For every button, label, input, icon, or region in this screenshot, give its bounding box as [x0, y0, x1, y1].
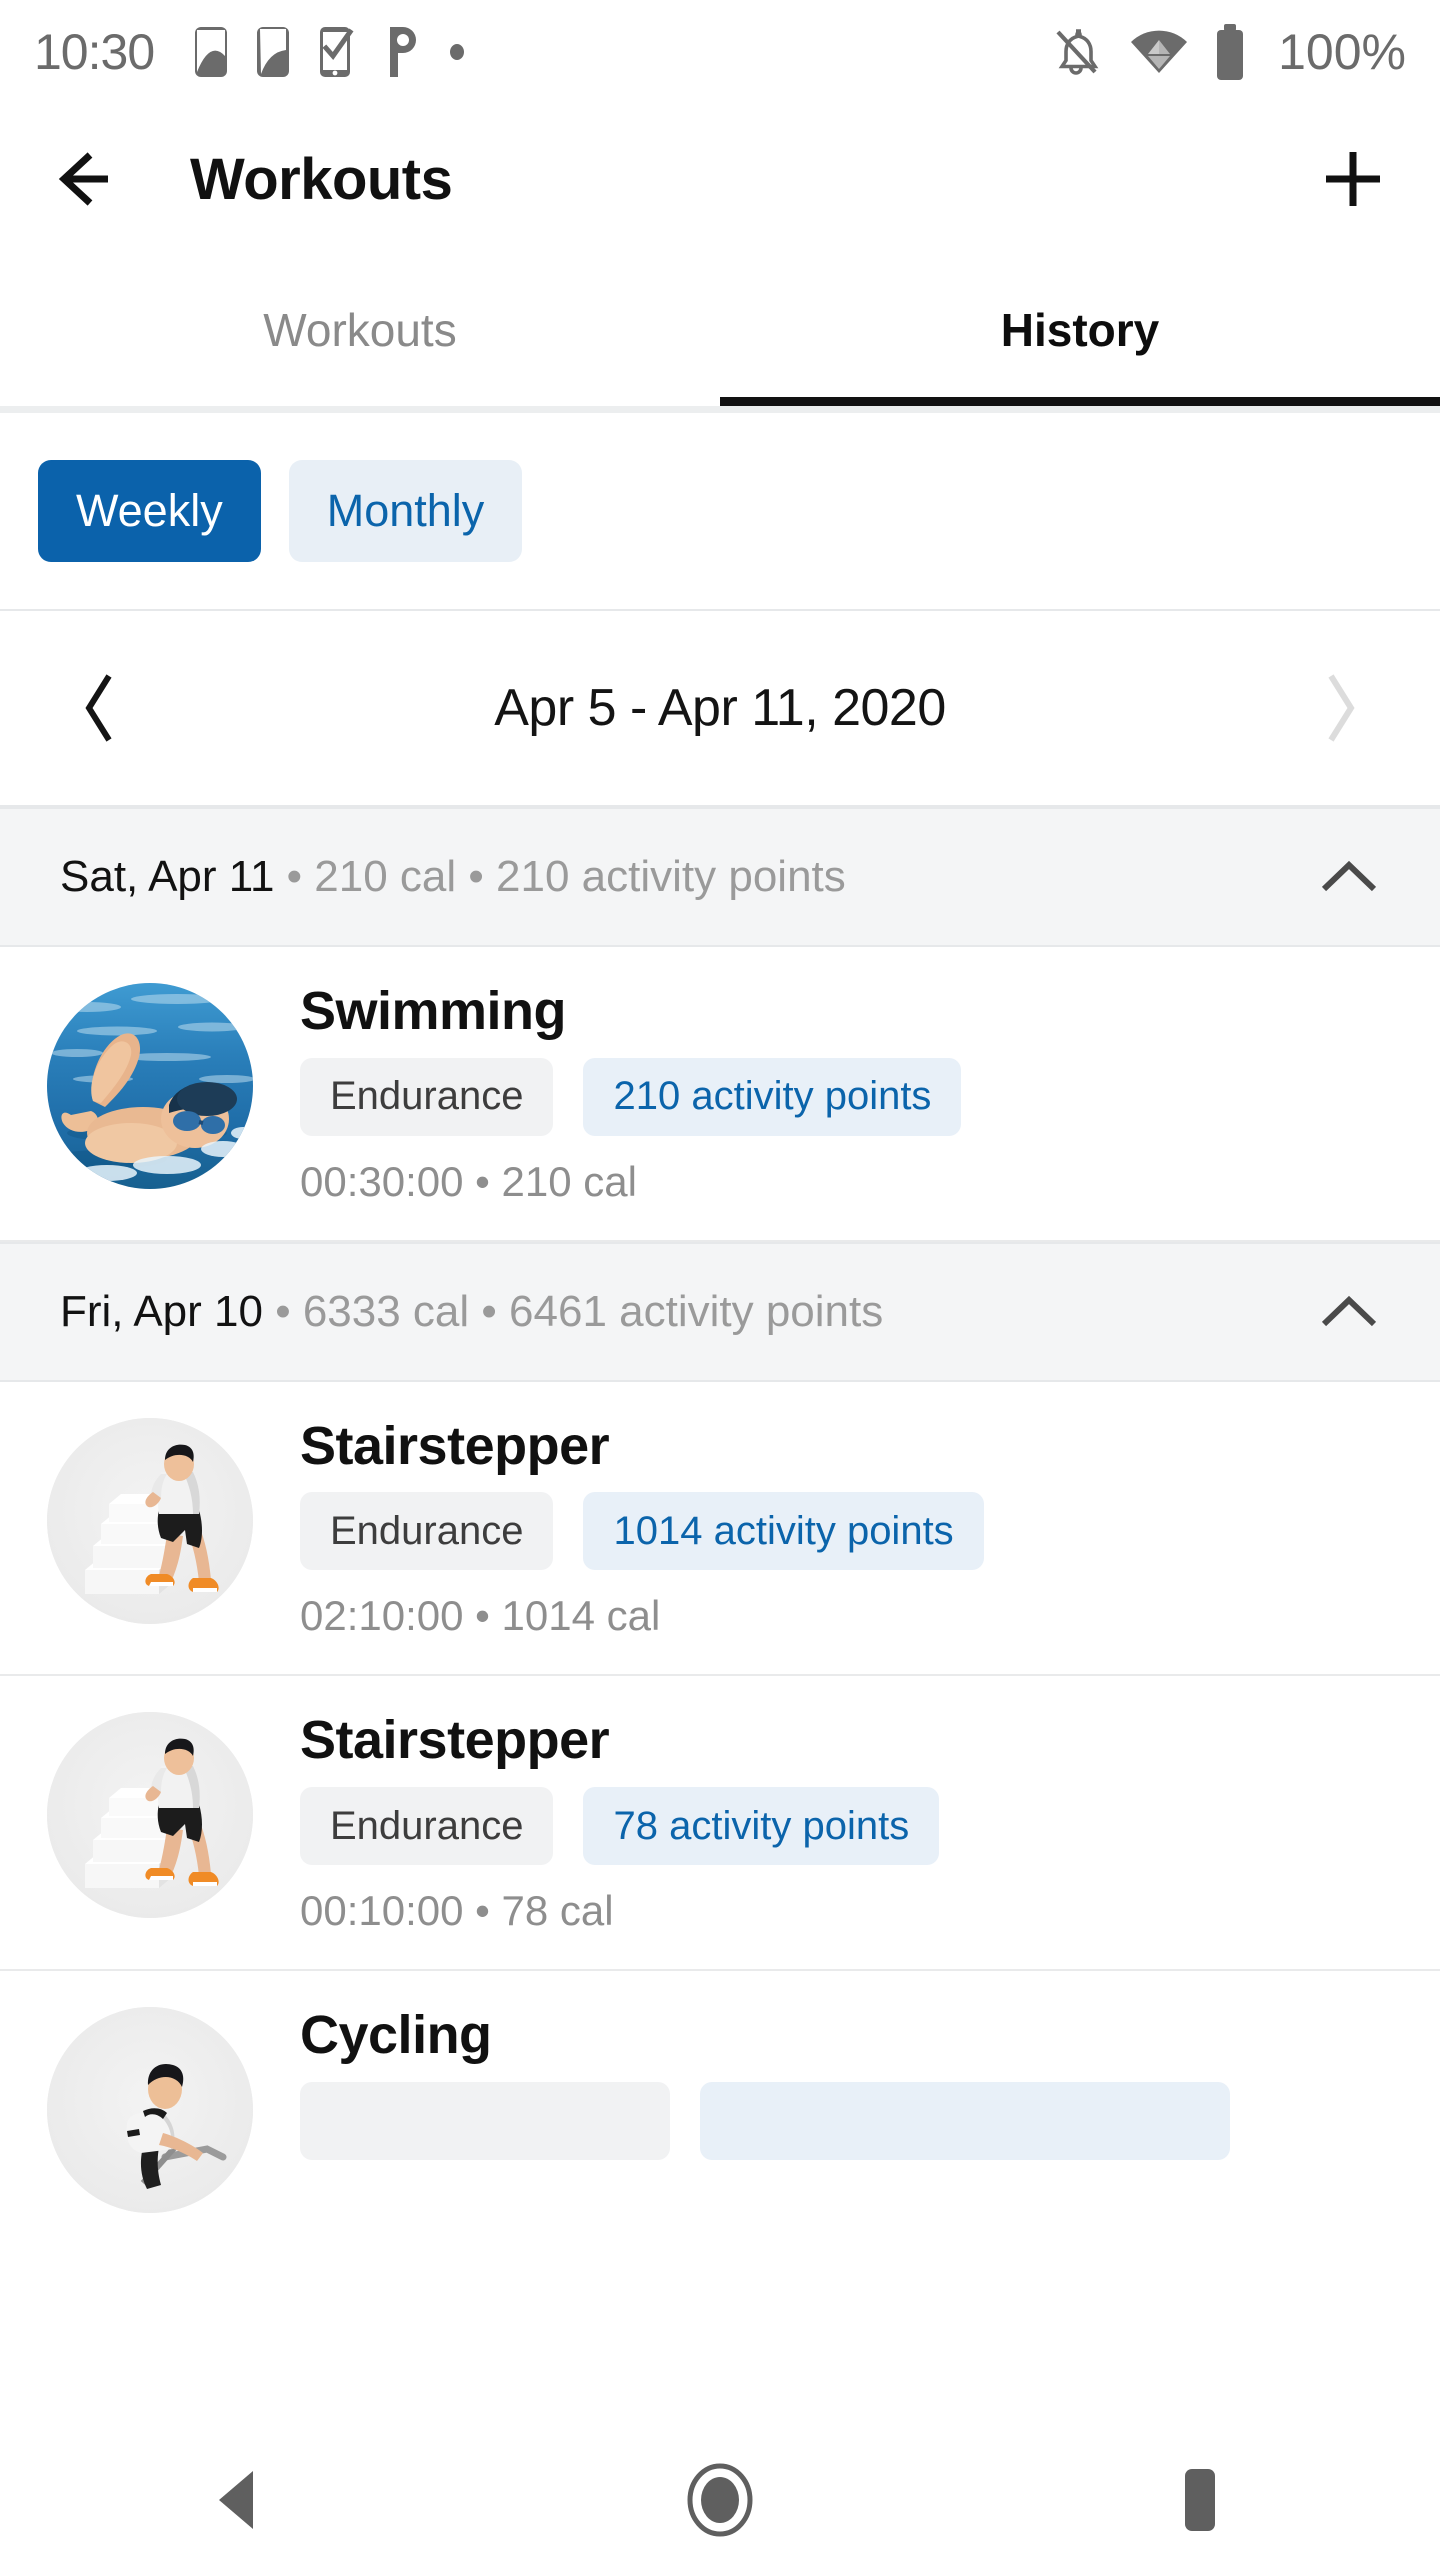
workout-chips: Endurance 1014 activity points [300, 1492, 1400, 1571]
workout-name: Stairstepper [300, 1710, 610, 1771]
day-header[interactable]: Fri, Apr 10 • 6333 cal • 6461 activity p… [0, 1241, 1440, 1382]
day-meta-label: • 6333 cal • 6461 activity points [262, 1286, 884, 1336]
parking-p-icon [382, 26, 420, 78]
workout-points-chip [700, 2081, 1230, 2160]
chevron-right-icon[interactable] [1300, 671, 1380, 745]
workout-name: Swimming [300, 981, 567, 1041]
workout-name: Cycling [300, 2005, 492, 2066]
day-header-text: Sat, Apr 11 • 210 cal • 210 activity poi… [60, 852, 1318, 902]
battery-percent-label: 100% [1278, 24, 1406, 80]
wifi-icon [1130, 29, 1188, 75]
workout-points-chip: 78 activity points [583, 1787, 940, 1866]
workout-chips: Endurance 210 activity points [300, 1057, 1400, 1136]
sim-card-icon [256, 26, 290, 78]
nav-back-triangle-icon[interactable] [180, 2440, 300, 2560]
workout-name: Stairstepper [300, 1415, 610, 1476]
day-date-label: Fri, Apr 10 [60, 1286, 263, 1336]
workout-category-chip: Endurance [300, 1492, 554, 1571]
workout-thumbnail-wrap [0, 1712, 300, 1919]
workout-category-chip: Endurance [300, 1787, 554, 1866]
workout-row[interactable]: Swimming Endurance 210 activity points 0… [0, 947, 1440, 1242]
workout-row[interactable]: Cycling [0, 1971, 1440, 2248]
cycling-figure-thumbnail [47, 2007, 253, 2214]
day-meta-label: • 210 cal • 210 activity points [274, 852, 846, 901]
status-bar: 10:30 100% [0, 0, 1440, 104]
status-left-icons [194, 26, 466, 78]
period-monthly-button[interactable]: Monthly [288, 460, 523, 562]
phone-check-icon [318, 26, 354, 78]
workout-body: Stairstepper Endurance 78 activity point… [300, 1712, 1440, 1935]
tab-bar: Workouts History [0, 254, 1440, 406]
plus-icon[interactable] [1322, 148, 1384, 210]
status-right-icons: 100% [1048, 23, 1406, 81]
day-header[interactable]: Sat, Apr 11 • 210 cal • 210 activity poi… [0, 807, 1440, 947]
arrow-left-icon[interactable] [56, 149, 132, 209]
stairstepper-figure-thumbnail [47, 1712, 253, 1919]
workout-points-chip: 210 activity points [583, 1057, 962, 1136]
chevron-left-icon[interactable] [60, 671, 140, 745]
date-range-label: Apr 5 - Apr 11, 2020 [494, 679, 946, 737]
workout-chips [300, 2081, 1400, 2160]
app-bar: Workouts [0, 104, 1440, 254]
workout-row[interactable]: Stairstepper Endurance 78 activity point… [0, 1676, 1440, 1972]
status-time: 10:30 [34, 24, 155, 80]
workout-thumbnail-wrap [0, 1417, 300, 1624]
sim-card-icon [194, 26, 228, 78]
swimming-photo-thumbnail [47, 983, 253, 1189]
workout-chips: Endurance 78 activity points [300, 1787, 1400, 1866]
period-weekly-button[interactable]: Weekly [38, 460, 261, 562]
workout-thumbnail-wrap [0, 2007, 300, 2214]
workout-category-chip [300, 2081, 670, 2160]
dot-icon [448, 43, 466, 61]
period-toggle: Weekly Monthly [0, 413, 1440, 611]
workout-body: Stairstepper Endurance 1014 activity poi… [300, 1415, 1440, 1641]
workout-body: Swimming Endurance 210 activity points 0… [300, 983, 1440, 1206]
android-nav-bar [0, 2440, 1440, 2560]
day-date-label: Sat, Apr 11 [60, 852, 275, 901]
tab-workouts[interactable]: Workouts [0, 254, 720, 406]
workout-detail: 02:10:00 • 1014 cal [300, 1592, 661, 1640]
workout-points-chip: 1014 activity points [583, 1492, 984, 1571]
workout-row[interactable]: Stairstepper Endurance 1014 activity poi… [0, 1381, 1440, 1677]
workout-detail: 00:10:00 • 78 cal [300, 1887, 614, 1935]
tab-divider [0, 406, 1440, 413]
workout-category-chip: Endurance [300, 1057, 554, 1136]
battery-full-icon [1214, 24, 1246, 80]
phone-screen: 10:30 100% Workouts Workouts History Wee… [0, 0, 1440, 2560]
tab-history[interactable]: History [720, 254, 1440, 406]
nav-home-circle-icon[interactable] [660, 2440, 780, 2560]
date-navigator: Apr 5 - Apr 11, 2020 [0, 611, 1440, 807]
chevron-up-icon[interactable] [1318, 1292, 1380, 1332]
workout-thumbnail-wrap [0, 983, 300, 1189]
notifications-off-icon [1048, 24, 1104, 80]
nav-recents-square-icon[interactable] [1140, 2440, 1260, 2560]
chevron-up-icon[interactable] [1318, 857, 1380, 897]
workout-body: Cycling [300, 2007, 1440, 2160]
day-header-text: Fri, Apr 10 • 6333 cal • 6461 activity p… [60, 1287, 1318, 1337]
page-title: Workouts [190, 146, 453, 212]
workout-detail: 00:30:00 • 210 cal [300, 1157, 637, 1205]
stairstepper-figure-thumbnail [47, 1417, 253, 1624]
